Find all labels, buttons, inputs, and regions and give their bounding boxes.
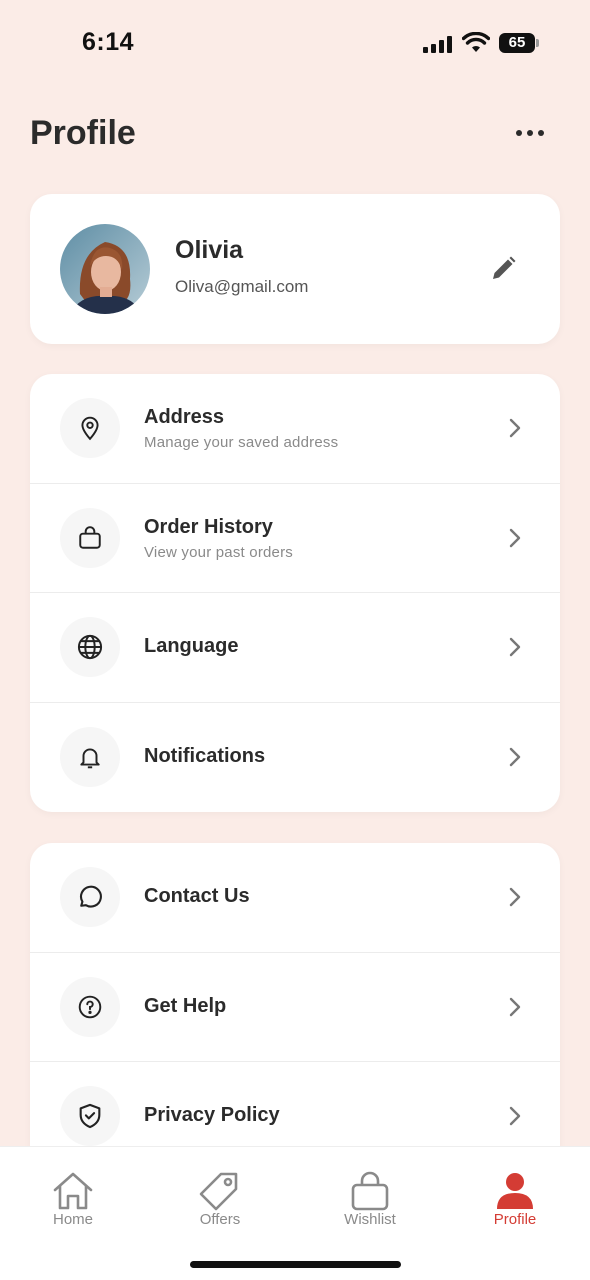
nav-label: Profile: [493, 1211, 537, 1228]
user-email: Oliva@gmail.com: [175, 277, 309, 296]
nav-tab-home[interactable]: Home: [23, 1171, 123, 1228]
edit-profile-button[interactable]: [488, 254, 518, 284]
chevron-right-icon: [509, 637, 521, 657]
user-icon: [497, 1173, 533, 1209]
tag-icon: [199, 1172, 238, 1211]
menu-item-title: Privacy Policy: [144, 1104, 280, 1126]
status-time: 6:14: [82, 28, 135, 56]
wifi-icon: [462, 32, 490, 52]
chevron-right-icon: [509, 528, 521, 547]
bell-icon: [60, 726, 120, 787]
menu-item-order-history[interactable]: Order History View your past orders: [30, 484, 560, 593]
account-menu-card: Address Manage your saved address Order …: [30, 374, 560, 812]
nav-tab-offers[interactable]: Offers: [170, 1171, 270, 1228]
chat-bubble-icon: [60, 867, 120, 927]
menu-item-subtitle: Manage your saved address: [144, 434, 339, 451]
question-circle-icon: [60, 976, 120, 1037]
menu-item-title: Order History: [144, 515, 273, 538]
chevron-right-icon: [509, 997, 521, 1016]
shield-check-icon: [60, 1086, 120, 1146]
menu-item-get-help[interactable]: Get Help: [30, 953, 560, 1062]
page-title: Profile: [30, 114, 136, 152]
menu-item-title: Contact Us: [144, 885, 250, 907]
menu-item-notifications[interactable]: Notifications: [30, 703, 560, 813]
menu-item-contact-us[interactable]: Contact Us: [30, 843, 560, 953]
location-pin-icon: [60, 398, 120, 458]
nav-tab-profile[interactable]: Profile: [465, 1171, 565, 1228]
nav-tab-wishlist[interactable]: Wishlist: [320, 1171, 420, 1228]
menu-item-title: Language: [144, 635, 239, 657]
avatar[interactable]: [60, 224, 150, 314]
user-name: Olivia: [175, 236, 244, 264]
chevron-right-icon: [509, 1106, 521, 1126]
chevron-right-icon: [509, 418, 521, 438]
menu-item-title: Get Help: [144, 994, 227, 1017]
pencil-icon: [493, 256, 516, 279]
nav-label: Home: [52, 1211, 93, 1228]
bottom-navigation: Home Offers Wishlist Profile: [0, 1146, 590, 1280]
nav-label: Offers: [199, 1211, 241, 1228]
more-horizontal-icon: [516, 130, 522, 136]
battery-icon: 65: [499, 33, 539, 53]
chevron-right-icon: [509, 887, 521, 907]
menu-item-title: Notifications: [144, 744, 266, 767]
menu-item-title: Address: [144, 406, 225, 428]
menu-item-privacy-policy[interactable]: Privacy Policy: [30, 1062, 560, 1148]
nav-label: Wishlist: [344, 1211, 396, 1228]
home-indicator: [190, 1261, 401, 1268]
bag-icon: [351, 1171, 389, 1211]
cellular-signal-icon: [423, 36, 453, 53]
profile-card[interactable]: Olivia Oliva@gmail.com: [30, 194, 560, 344]
shopping-bag-icon: [60, 507, 120, 568]
chevron-right-icon: [509, 747, 521, 766]
home-icon: [53, 1172, 93, 1210]
globe-icon: [60, 617, 120, 677]
menu-item-address[interactable]: Address Manage your saved address: [30, 374, 560, 484]
more-options-button[interactable]: [510, 118, 550, 148]
status-bar: 6:14 65: [0, 0, 590, 88]
menu-item-subtitle: View your past orders: [144, 543, 293, 561]
menu-item-language[interactable]: Language: [30, 593, 560, 703]
battery-level: 65: [499, 33, 535, 53]
support-menu-card: Contact Us Get Help Privacy Policy: [30, 843, 560, 1148]
